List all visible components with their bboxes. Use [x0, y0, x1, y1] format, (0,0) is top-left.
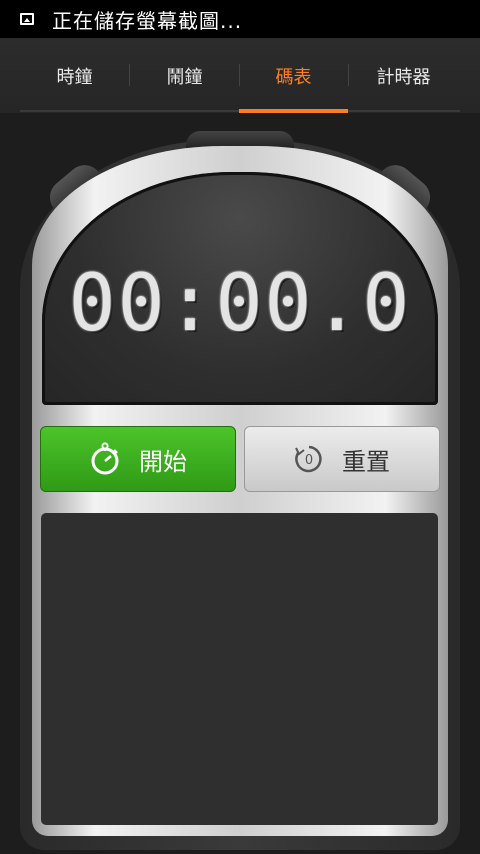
reset-button-label: 重置: [342, 447, 390, 476]
tab-bar: 時鐘 鬧鐘 碼表 計時器: [0, 38, 480, 113]
image-icon: [20, 13, 34, 25]
svg-text:0: 0: [305, 453, 313, 468]
tab-active-indicator: [239, 109, 348, 113]
lap-list: [41, 513, 438, 825]
time-readout: 00:00.0: [68, 259, 412, 349]
tab-timer[interactable]: 計時器: [349, 38, 458, 113]
start-button[interactable]: 開始: [40, 426, 236, 492]
reset-icon: 0: [294, 444, 324, 474]
tab-alarm[interactable]: 鬧鐘: [130, 38, 239, 113]
stopwatch-icon: [89, 442, 121, 476]
status-text: 正在儲存螢幕截圖...: [52, 8, 243, 33]
tab-stopwatch[interactable]: 碼表: [239, 38, 348, 113]
start-button-label: 開始: [139, 447, 187, 476]
reset-button[interactable]: 0 重置: [244, 426, 440, 492]
status-bar: 正在儲存螢幕截圖...: [0, 0, 480, 38]
tab-clock[interactable]: 時鐘: [20, 38, 129, 113]
